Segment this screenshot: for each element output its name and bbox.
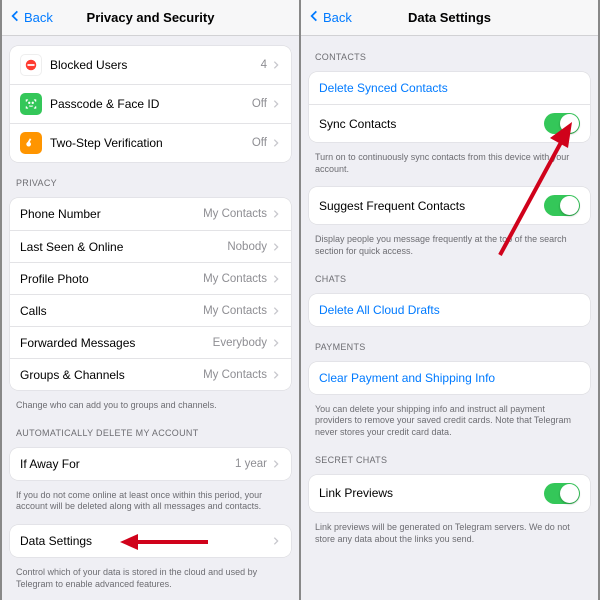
autodelete-group: If Away For1 year — [10, 448, 291, 480]
two-step-row[interactable]: Two-Step Verification Off — [10, 123, 291, 162]
back-label: Back — [323, 10, 352, 25]
row-value: 4 — [261, 59, 267, 71]
back-label: Back — [24, 10, 53, 25]
data-footer: Control which of your data is stored in … — [2, 563, 299, 596]
payments-group: Clear Payment and Shipping Info — [309, 362, 590, 394]
chevron-right-icon — [271, 60, 281, 70]
row-label: Two-Step Verification — [50, 136, 252, 150]
contacts-group: Delete Synced Contacts Sync Contacts — [309, 72, 590, 142]
if-away-for-row[interactable]: If Away For1 year — [10, 448, 291, 480]
chevron-right-icon — [271, 370, 281, 380]
delete-drafts-row[interactable]: Delete All Cloud Drafts — [309, 294, 590, 326]
link-footer: Link previews will be generated on Teleg… — [301, 518, 598, 551]
data-settings-group: Data Settings — [10, 525, 291, 557]
blocked-icon — [20, 54, 42, 76]
chevron-right-icon — [271, 99, 281, 109]
suggest-footer: Display people you message frequently at… — [301, 230, 598, 263]
secret-group: Link Previews — [309, 475, 590, 512]
navbar: Back Privacy and Security — [2, 0, 299, 36]
link-previews-toggle[interactable] — [544, 483, 580, 504]
chevron-right-icon — [271, 338, 281, 348]
autodelete-header: AUTOMATICALLY DELETE MY ACCOUNT — [2, 418, 299, 442]
chevron-right-icon — [271, 209, 281, 219]
back-button[interactable]: Back — [8, 9, 53, 26]
chevron-right-icon — [271, 306, 281, 316]
chats-group: Delete All Cloud Drafts — [309, 294, 590, 326]
chevron-right-icon — [271, 459, 281, 469]
phone-number-row[interactable]: Phone NumberMy Contacts — [10, 198, 291, 230]
privacy-footer: Change who can add you to groups and cha… — [2, 396, 299, 418]
data-settings-row[interactable]: Data Settings — [10, 525, 291, 557]
row-label: Passcode & Face ID — [50, 97, 252, 111]
privacy-security-screen: Back Privacy and Security Blocked Users … — [0, 0, 300, 600]
calls-row[interactable]: CallsMy Contacts — [10, 294, 291, 326]
last-seen-row[interactable]: Last Seen & OnlineNobody — [10, 230, 291, 262]
faceid-icon — [20, 93, 42, 115]
sync-footer: Turn on to continuously sync contacts fr… — [301, 148, 598, 181]
security-group: Blocked Users 4 Passcode & Face ID Off T… — [10, 46, 291, 162]
contacts-header: CONTACTS — [301, 36, 598, 66]
payment-footer: You can delete your shipping info and in… — [301, 400, 598, 445]
passcode-row[interactable]: Passcode & Face ID Off — [10, 84, 291, 123]
link-previews-row[interactable]: Link Previews — [309, 475, 590, 512]
suggest-toggle[interactable] — [544, 195, 580, 216]
privacy-header: PRIVACY — [2, 168, 299, 192]
forwarded-messages-row[interactable]: Forwarded MessagesEverybody — [10, 326, 291, 358]
key-icon — [20, 132, 42, 154]
profile-photo-row[interactable]: Profile PhotoMy Contacts — [10, 262, 291, 294]
back-button[interactable]: Back — [307, 9, 352, 26]
chevron-right-icon — [271, 274, 281, 284]
secret-header: SECRET CHATS — [301, 445, 598, 469]
groups-channels-row[interactable]: Groups & ChannelsMy Contacts — [10, 358, 291, 390]
suggest-frequent-row[interactable]: Suggest Frequent Contacts — [309, 187, 590, 224]
row-value: Off — [252, 98, 267, 110]
clear-payment-row[interactable]: Clear Payment and Shipping Info — [309, 362, 590, 394]
chevron-left-icon — [307, 9, 321, 26]
row-label: Blocked Users — [50, 58, 261, 72]
chevron-right-icon — [271, 242, 281, 252]
sync-contacts-toggle[interactable] — [544, 113, 580, 134]
data-settings-screen: Back Data Settings CONTACTS Delete Synce… — [300, 0, 600, 600]
row-value: Off — [252, 137, 267, 149]
privacy-group: Phone NumberMy Contacts Last Seen & Onli… — [10, 198, 291, 390]
delete-synced-contacts-row[interactable]: Delete Synced Contacts — [309, 72, 590, 104]
suggest-group: Suggest Frequent Contacts — [309, 187, 590, 224]
chevron-right-icon — [271, 536, 281, 546]
page-title: Privacy and Security — [87, 10, 215, 25]
navbar: Back Data Settings — [301, 0, 598, 36]
chats-header: CHATS — [301, 264, 598, 288]
chevron-left-icon — [8, 9, 22, 26]
sync-contacts-row[interactable]: Sync Contacts — [309, 104, 590, 142]
chevron-right-icon — [271, 138, 281, 148]
payments-header: PAYMENTS — [301, 332, 598, 356]
autodelete-footer: If you do not come online at least once … — [2, 486, 299, 519]
page-title: Data Settings — [408, 10, 491, 25]
blocked-users-row[interactable]: Blocked Users 4 — [10, 46, 291, 84]
